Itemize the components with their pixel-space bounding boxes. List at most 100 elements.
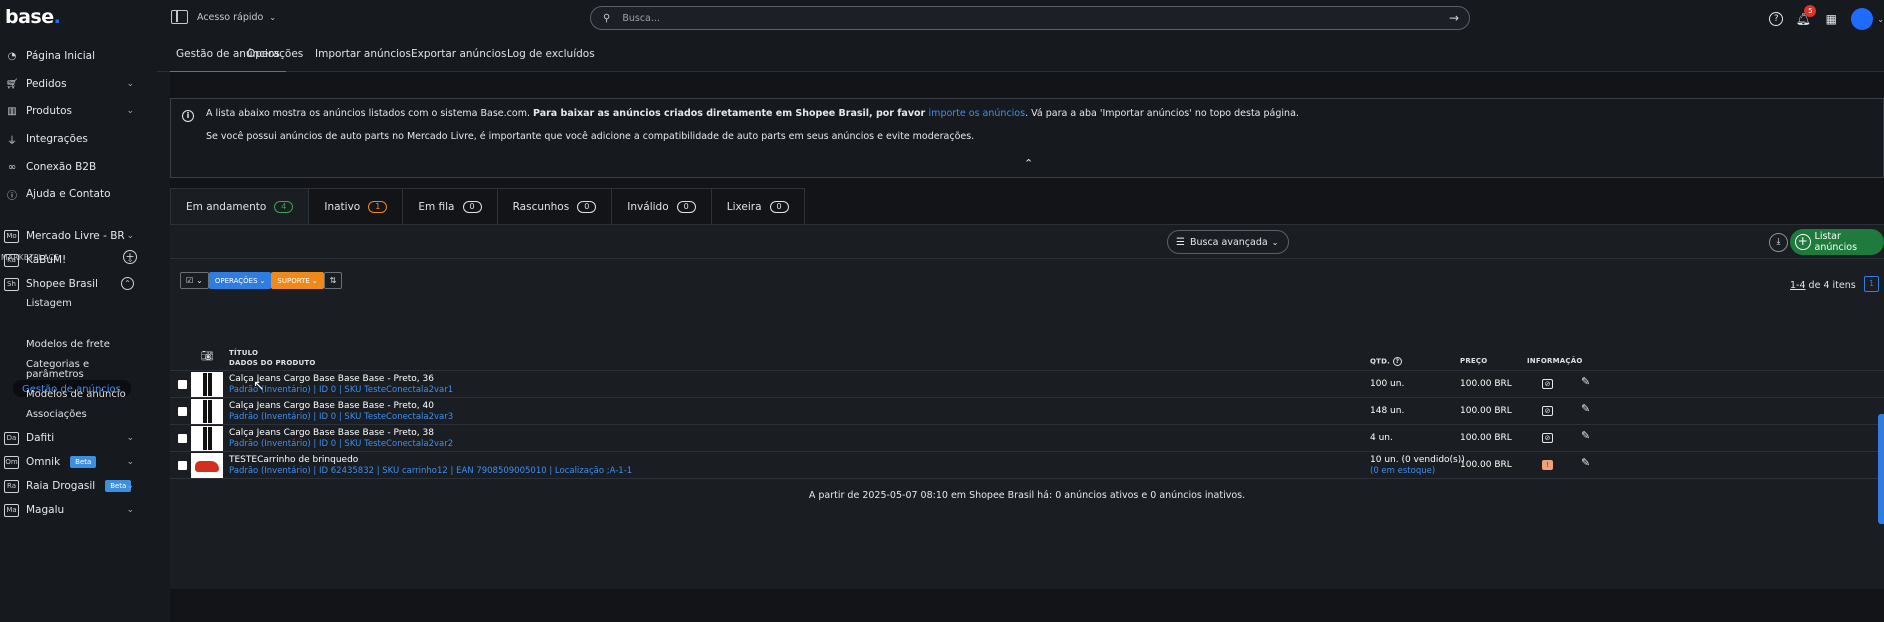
edit-icon[interactable]: ✎ bbox=[1581, 402, 1590, 415]
table-row[interactable]: TESTECarrinho de brinquedo Padrão (Inven… bbox=[170, 452, 1884, 479]
tab-inactive[interactable]: Inativo 1 bbox=[308, 188, 404, 224]
row-checkbox[interactable] bbox=[178, 407, 187, 416]
sidebar-item-label: Ajuda e Contato bbox=[26, 188, 111, 200]
row-checkbox[interactable] bbox=[178, 461, 187, 470]
pager-range[interactable]: 1-4 bbox=[1790, 280, 1806, 291]
sidebar-item-home[interactable]: ◔ Página Inicial bbox=[0, 46, 140, 66]
bell-icon[interactable]: 🔔︎ 5 bbox=[1795, 5, 1817, 27]
chevron-down-icon: ⌄ bbox=[126, 457, 134, 467]
sidebar-item-label: Integrações bbox=[26, 133, 88, 145]
table-row[interactable]: Calça Jeans Cargo Base Base Base - Preto… bbox=[170, 398, 1884, 425]
sidebar-sub-shipping-models[interactable]: Modelos de frete bbox=[26, 339, 110, 350]
stock-link[interactable]: (0 em estoque) bbox=[1370, 466, 1435, 476]
marketplace-badge: Da bbox=[4, 431, 19, 445]
sidebar-sub-listing[interactable]: Listagem bbox=[26, 298, 72, 309]
sidebar-item-omnik[interactable]: Om Omnik Beta ⌄ bbox=[0, 452, 140, 472]
sidebar-item-raia-drogasil[interactable]: Ra Raia Drogasil Beta ⌄ bbox=[0, 476, 140, 496]
side-scroll-handle[interactable] bbox=[1878, 414, 1884, 524]
sidebar-sub-associations[interactable]: Associações bbox=[26, 409, 87, 420]
operations-dropdown[interactable]: OPERAÇÕES ⌄ bbox=[208, 272, 272, 289]
import-ads-link[interactable]: importe os anúncios bbox=[929, 108, 1026, 119]
price: 100.00 BRL bbox=[1460, 433, 1512, 443]
sidebar-item-shopee[interactable]: Sh Shopee Brasil ⌃ bbox=[0, 274, 140, 294]
edit-icon[interactable]: ✎ bbox=[1581, 375, 1590, 388]
no-image-icon[interactable]: ⊘ bbox=[1542, 433, 1553, 443]
tab-trash[interactable]: Lixeira 0 bbox=[710, 188, 805, 224]
tab-operations[interactable]: Operações bbox=[247, 48, 303, 60]
warning-icon[interactable]: ! bbox=[1542, 460, 1553, 470]
quick-access[interactable]: Acesso rápido ⌄ bbox=[171, 10, 276, 24]
count-badge: 0 bbox=[769, 200, 789, 213]
help-icon[interactable]: ? bbox=[1769, 12, 1784, 26]
tab-invalid[interactable]: Inválido 0 bbox=[611, 188, 712, 224]
search-bar: ⚲ → bbox=[590, 6, 1470, 30]
tab-drafts[interactable]: Rascunhos 0 bbox=[496, 188, 613, 224]
sidebar-item-integrations[interactable]: ⏚ Integrações bbox=[0, 129, 140, 149]
marketplace-badge: Ma bbox=[4, 503, 19, 517]
edit-icon[interactable]: ✎ bbox=[1581, 456, 1590, 469]
support-dropdown[interactable]: SUPORTE ⌄ bbox=[271, 272, 324, 289]
product-details[interactable]: Padrão (Inventário) | ID 62435832 | SKU … bbox=[229, 466, 632, 476]
marketplace-badge: Ka bbox=[4, 253, 19, 267]
chevron-up-icon[interactable]: ⌃ bbox=[121, 277, 134, 290]
price: 100.00 BRL bbox=[1460, 460, 1512, 470]
marketplace-badge: Ra bbox=[4, 479, 19, 493]
main-content: i A lista abaixo mostra os anúncios list… bbox=[170, 72, 1884, 622]
product-title[interactable]: Calça Jeans Cargo Base Base Base - Preto… bbox=[229, 401, 434, 411]
page-button[interactable]: 1 bbox=[1864, 276, 1879, 292]
tab-export[interactable]: Exportar anúncios bbox=[411, 48, 506, 60]
sidebar-item-kabum[interactable]: Ka KaBuM! ⌄ bbox=[0, 250, 140, 270]
help-icon: ⓘ bbox=[7, 190, 17, 202]
chevron-down-icon: ⌄ bbox=[126, 79, 134, 89]
sidebar-item-magalu[interactable]: Ma Magalu ⌄ bbox=[0, 500, 140, 520]
tab-import[interactable]: Importar anúncios bbox=[315, 48, 411, 60]
edit-icon[interactable]: ✎ bbox=[1581, 429, 1590, 442]
arrow-right-icon[interactable]: → bbox=[1449, 11, 1459, 25]
marketplace-badge: Mo bbox=[4, 229, 19, 243]
sidebar-item-label: Shopee Brasil bbox=[26, 278, 98, 290]
tab-queue[interactable]: Em fila 0 bbox=[402, 188, 498, 224]
sidebar-item-help[interactable]: ⓘ Ajuda e Contato bbox=[0, 184, 140, 204]
sidebar-item-label: Produtos bbox=[26, 105, 72, 117]
panel-icon bbox=[171, 10, 188, 24]
table-row[interactable]: Calça Jeans Cargo Base Base Base - Preto… bbox=[170, 371, 1884, 398]
cart-icon: 🛒︎ bbox=[5, 78, 19, 90]
sidebar-item-label: KaBuM! bbox=[26, 254, 67, 266]
count-badge: 4 bbox=[274, 200, 294, 213]
chevron-up-icon[interactable]: ⌃ bbox=[1024, 157, 1033, 170]
avatar[interactable] bbox=[1851, 8, 1874, 30]
sidebar-item-mercado-livre[interactable]: Mo Mercado Livre - BR ⌄ bbox=[0, 226, 140, 246]
tab-deleted-log[interactable]: Log de excluídos bbox=[507, 48, 595, 60]
product-details[interactable]: Padrão (Inventário) | ID 0 | SKU TesteCo… bbox=[229, 412, 453, 422]
beta-badge: Beta bbox=[70, 456, 97, 468]
product-title[interactable]: Calça Jeans Cargo Base Base Base - Preto… bbox=[229, 428, 434, 438]
no-image-icon[interactable]: ⊘ bbox=[1542, 379, 1553, 389]
tab-in-progress[interactable]: Em andamento 4 bbox=[170, 188, 310, 224]
sidebar-item-dafiti[interactable]: Da Dafiti ⌄ bbox=[0, 428, 140, 448]
list-ads-button[interactable]: + Listar anúncios bbox=[1790, 229, 1884, 255]
chevron-down-icon: ⌄ bbox=[126, 231, 134, 241]
product-title[interactable]: TESTECarrinho de brinquedo bbox=[229, 455, 358, 465]
row-checkbox[interactable] bbox=[178, 380, 187, 389]
chevron-down-icon: ⌄ bbox=[259, 276, 266, 285]
sidebar-item-products[interactable]: ▥ Produtos ⌄ bbox=[0, 101, 140, 121]
sidebar-sub-ad-models[interactable]: Modelos de anúncio bbox=[26, 389, 126, 400]
no-image-icon[interactable]: ⊘ bbox=[1542, 406, 1553, 416]
table-row[interactable]: Calça Jeans Cargo Base Base Base - Preto… bbox=[170, 425, 1884, 452]
search-input[interactable] bbox=[622, 12, 1423, 24]
help-icon[interactable]: ? bbox=[1393, 357, 1402, 366]
product-details[interactable]: Padrão (Inventário) | ID 0 | SKU TesteCo… bbox=[229, 439, 453, 449]
row-checkbox[interactable] bbox=[178, 434, 187, 443]
sidebar-item-orders[interactable]: 🛒︎ Pedidos ⌄ bbox=[0, 74, 140, 94]
product-thumbnail bbox=[191, 453, 223, 478]
download-icon[interactable]: ⤓ bbox=[1769, 233, 1788, 252]
listings-panel: ☰ Busca avançada ⌄ ⤓ + Listar anúncios ☑ ⌄ O… bbox=[170, 224, 1884, 589]
base-logo[interactable]: base. bbox=[5, 6, 61, 28]
sort-filter-button[interactable]: ⇅ bbox=[323, 272, 343, 289]
select-all-dropdown[interactable]: ☑ ⌄ bbox=[180, 272, 209, 289]
chevron-down-icon[interactable]: ⌄ bbox=[1877, 15, 1884, 24]
sidebar-item-b2b[interactable]: ∞ Conexão B2B bbox=[0, 157, 140, 177]
store-icon[interactable]: ▦ bbox=[1823, 11, 1839, 27]
count-badge: 0 bbox=[462, 200, 482, 213]
advanced-search-button[interactable]: ☰ Busca avançada ⌄ bbox=[1167, 230, 1290, 254]
